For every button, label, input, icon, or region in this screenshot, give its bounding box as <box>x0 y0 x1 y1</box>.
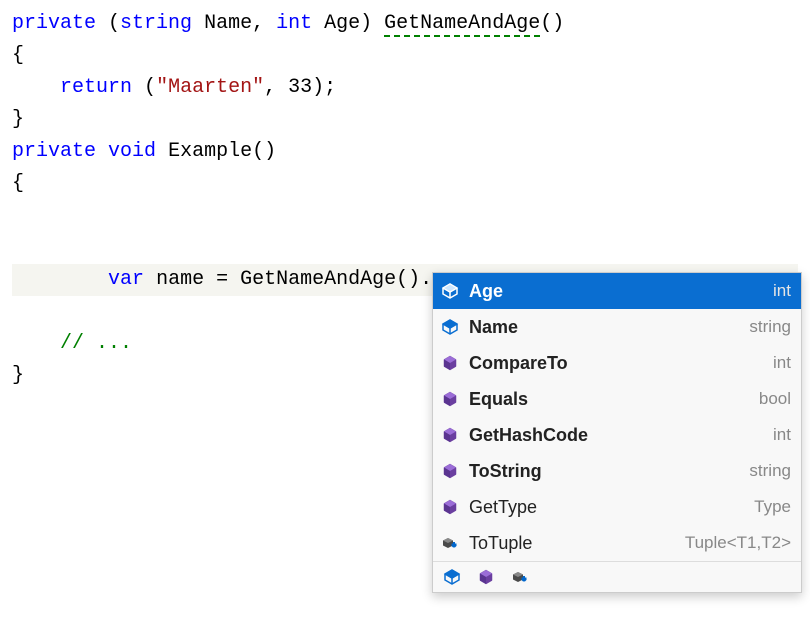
intellisense-footer[interactable] <box>433 561 801 592</box>
intellisense-popup[interactable]: AgeintNamestringCompareTointEqualsboolGe… <box>432 272 802 593</box>
type-int: int <box>276 12 312 35</box>
number-literal: 33 <box>288 76 312 99</box>
intellisense-item-label: Equals <box>469 389 749 410</box>
intellisense-item-type: Type <box>754 497 791 517</box>
intellisense-item-label: ToTuple <box>469 533 675 554</box>
method-name: Example <box>168 140 252 163</box>
intellisense-item-type: string <box>749 317 791 337</box>
keyword-private: private <box>12 140 96 163</box>
intellisense-item-type: Tuple<T1,T2> <box>685 533 791 553</box>
intellisense-item-label: Age <box>469 281 763 302</box>
method-icon <box>441 426 459 444</box>
method-icon <box>441 390 459 408</box>
code-line: { <box>12 40 798 72</box>
intellisense-item-gettype[interactable]: GetType Type <box>433 489 801 525</box>
code-line: private void Example() <box>12 136 798 168</box>
intellisense-item-compareto[interactable]: CompareTo int <box>433 345 801 381</box>
comment: // ... <box>60 332 132 355</box>
field-icon <box>441 282 459 300</box>
intellisense-item-label: GetHashCode <box>469 425 763 446</box>
filter-method-icon[interactable] <box>477 568 495 586</box>
intellisense-list: AgeintNamestringCompareTointEqualsboolGe… <box>433 273 801 561</box>
code-line: } <box>12 104 798 136</box>
intellisense-item-type: int <box>773 353 791 373</box>
filter-field-icon[interactable] <box>443 568 461 586</box>
keyword-void: void <box>108 140 156 163</box>
intellisense-item-gethashcode[interactable]: GetHashCode int <box>433 417 801 453</box>
string-literal: "Maarten" <box>156 76 264 99</box>
intellisense-item-label: GetType <box>469 497 744 518</box>
intellisense-item-type: bool <box>759 389 791 409</box>
intellisense-item-type: int <box>773 281 791 301</box>
keyword-private: private <box>12 12 96 35</box>
filter-extension-icon[interactable] <box>511 568 529 586</box>
keyword-var: var <box>108 268 144 291</box>
intellisense-item-tostring[interactable]: ToString string <box>433 453 801 489</box>
type-string: string <box>120 12 192 35</box>
intellisense-item-label: ToString <box>469 461 739 482</box>
code-line: { <box>12 168 798 200</box>
keyword-return: return <box>60 76 132 99</box>
method-icon <box>441 354 459 372</box>
method-icon <box>441 462 459 480</box>
intellisense-item-age[interactable]: Ageint <box>433 273 801 309</box>
extension-icon <box>441 534 459 552</box>
intellisense-item-totuple[interactable]: ToTuple Tuple<T1,T2> <box>433 525 801 561</box>
field-icon <box>441 318 459 336</box>
intellisense-item-label: Name <box>469 317 739 338</box>
code-line: private (string Name, int Age) GetNameAn… <box>12 8 798 40</box>
intellisense-item-name[interactable]: Name string <box>433 309 801 345</box>
method-name: GetNameAndAge <box>384 12 540 37</box>
intellisense-item-equals[interactable]: Equals bool <box>433 381 801 417</box>
code-line: return ("Maarten", 33); <box>12 72 798 104</box>
intellisense-item-type: string <box>749 461 791 481</box>
intellisense-item-label: CompareTo <box>469 353 763 374</box>
method-icon <box>441 498 459 516</box>
intellisense-item-type: int <box>773 425 791 445</box>
